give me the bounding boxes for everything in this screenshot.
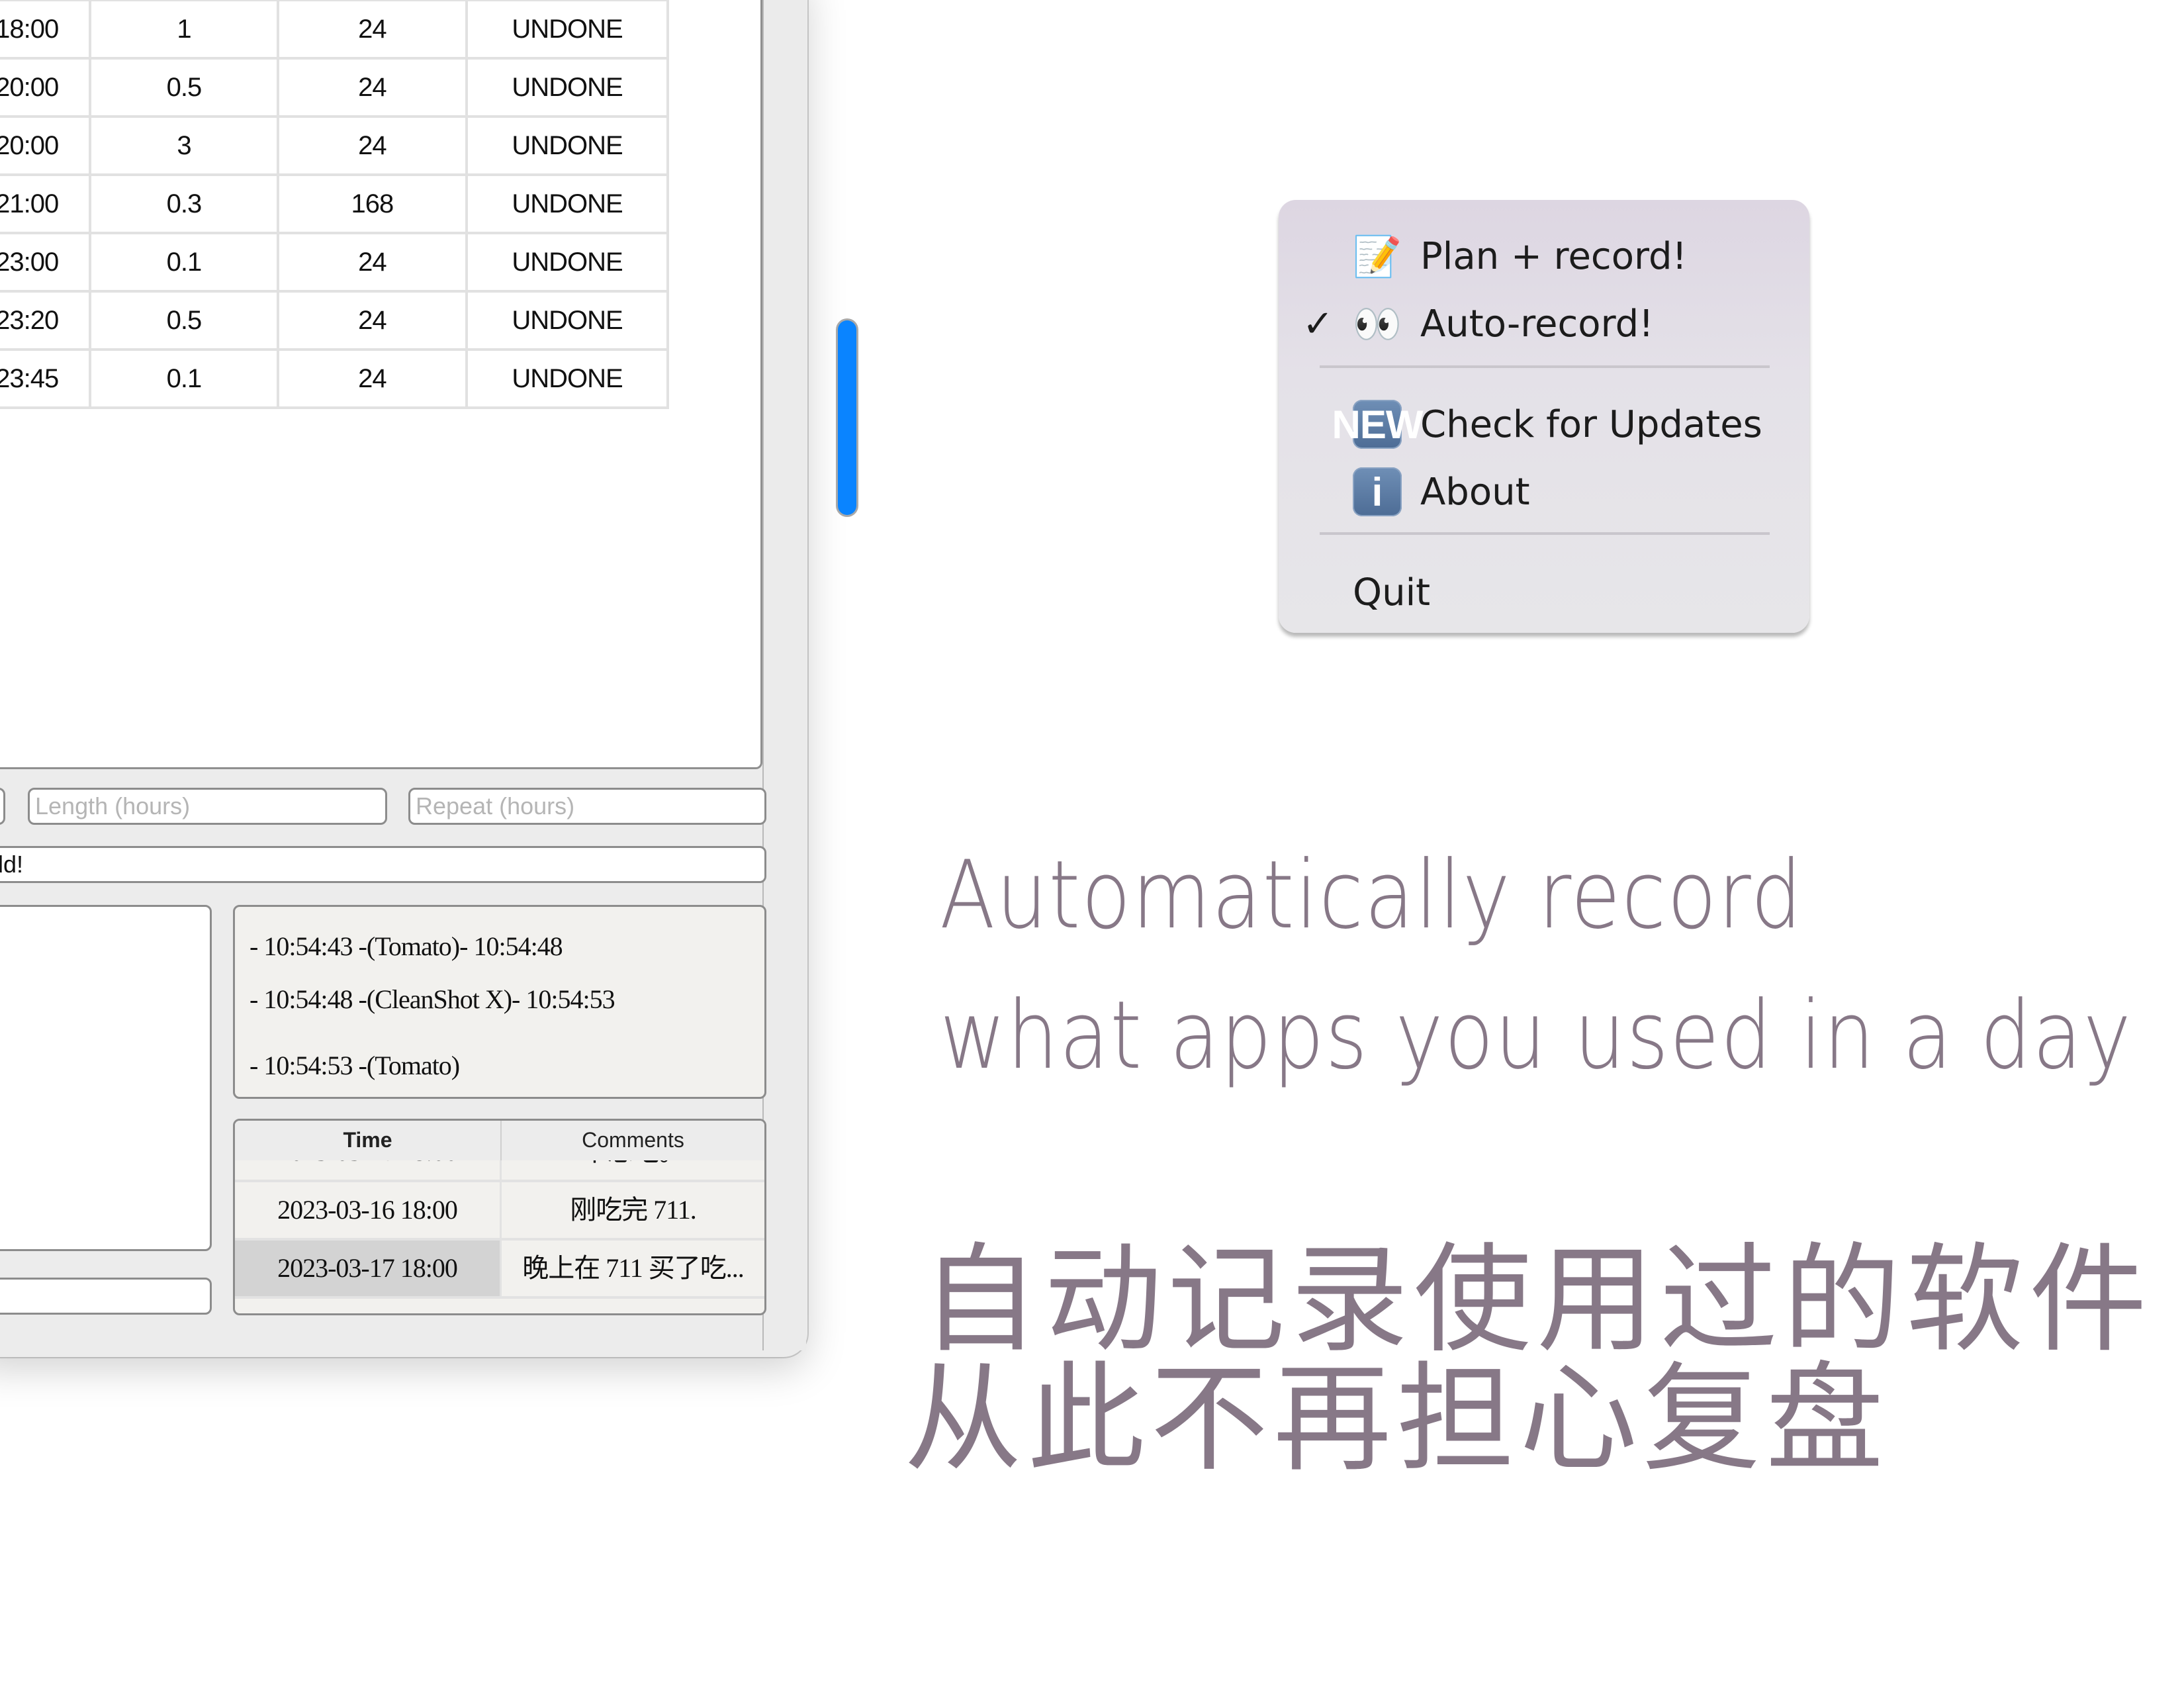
- task-cell-start: 3 20:00: [0, 57, 92, 118]
- comment-time: 2023-03-16 18:00: [235, 1182, 502, 1238]
- task-cell-length: 0.5: [89, 57, 279, 118]
- start-time-input[interactable]: [0, 788, 5, 825]
- bottom-left-input[interactable]: [0, 1278, 212, 1315]
- task-cell-start: 3 23:00: [0, 232, 92, 293]
- task-row[interactable]: 3 18:00124UNDONE: [0, 0, 669, 60]
- vertical-scrollbar[interactable]: [838, 320, 856, 515]
- task-cell-start: 3 23:20: [0, 290, 92, 351]
- task-row[interactable]: 3 23:450.124UNDONE: [0, 348, 669, 409]
- menu-separator: [1320, 365, 1770, 368]
- repeat-input[interactable]: [408, 788, 766, 825]
- promo-headline-en-line2: what apps you used in a day: [940, 981, 2132, 1090]
- task-cell-length: 0.1: [89, 348, 279, 409]
- promo-headline-zh-line2: 从此不再担心复盘: [904, 1350, 1889, 1487]
- menu-item-label: Auto-record!: [1420, 302, 1654, 346]
- checkmark-icon: ✓: [1302, 302, 1334, 346]
- app-window: 3 14:453168UNDONE3 18:00124UNDONE3 20:00…: [0, 0, 807, 1357]
- task-cell-length: 1: [89, 0, 279, 60]
- task-row[interactable]: 3 23:000.124UNDONE: [0, 232, 669, 293]
- log-entry: - 10:54:48 -(CleanShot X)- 10:54:53: [250, 984, 615, 1014]
- comment-text: 刚吃完 711.: [570, 1195, 697, 1225]
- task-cell-repeat: 24: [276, 290, 469, 351]
- task-cell-repeat: 24: [276, 232, 469, 293]
- column-header-time[interactable]: Time: [235, 1121, 502, 1160]
- task-cell-repeat: 24: [276, 115, 469, 176]
- menu-item-auto-record[interactable]: ✓ 👀 Auto-record!: [1279, 294, 1809, 353]
- task-cell-length: 3: [89, 115, 279, 176]
- menu-item-label: Quit: [1353, 571, 1431, 614]
- task-cell-length: 0.3: [89, 173, 279, 234]
- task-row[interactable]: 3 20:000.524UNDONE: [0, 57, 669, 118]
- task-cell-status: UNDONE: [465, 348, 669, 409]
- menu-item-check-updates[interactable]: NEW Check for Updates: [1279, 395, 1809, 454]
- memo-icon: 📝: [1352, 233, 1402, 280]
- task-cell-repeat: 168: [276, 173, 469, 234]
- task-row[interactable]: 3 21:000.3168UNDONE: [0, 173, 669, 234]
- task-table: 3 14:453168UNDONE3 18:00124UNDONE3 20:00…: [0, 0, 669, 409]
- new-badge-icon: NEW: [1332, 400, 1424, 449]
- comment-row[interactable]: 2023-03-16 18:00 刚吃完 711.: [235, 1182, 764, 1241]
- window-gutter: [762, 0, 806, 1350]
- activity-log: - 10:54:43 -(Tomato)- 10:54:48 - 10:54:4…: [233, 905, 766, 1099]
- promo-headline-en-line1: Automatically record: [940, 841, 1803, 950]
- eyes-icon: 👀: [1352, 301, 1402, 348]
- task-cell-start: 3 23:45: [0, 348, 92, 409]
- comment-row-selected[interactable]: 2023-03-17 18:00 晚上在 711 买了吃...: [235, 1241, 764, 1299]
- menu-item-quit[interactable]: Quit: [1279, 563, 1809, 622]
- notes-textarea[interactable]: [0, 905, 212, 1251]
- task-row[interactable]: 3 23:200.524UNDONE: [0, 290, 669, 351]
- menu-item-about[interactable]: i About: [1279, 462, 1809, 522]
- info-icon: i: [1353, 467, 1402, 516]
- task-cell-repeat: 24: [276, 348, 469, 409]
- log-entry: - 10:54:43 -(Tomato)- 10:54:48: [250, 931, 563, 961]
- comments-table-header: Time Comments: [235, 1121, 764, 1160]
- task-row[interactable]: 3 20:00324UNDONE: [0, 115, 669, 176]
- task-cell-repeat: 24: [276, 57, 469, 118]
- status-bar-menu: 📝 Plan + record! ✓ 👀 Auto-record! NEW Ch…: [1279, 200, 1809, 633]
- length-input[interactable]: [28, 788, 387, 825]
- task-cell-status: UNDONE: [465, 115, 669, 176]
- add-button[interactable]: Add!: [0, 846, 766, 883]
- comments-table: Time Comments 2023-03-15 18:00 不想吃。 2023…: [233, 1119, 766, 1315]
- task-cell-status: UNDONE: [465, 173, 669, 234]
- menu-item-plan-record[interactable]: 📝 Plan + record!: [1279, 226, 1809, 286]
- menu-item-label: Plan + record!: [1420, 234, 1687, 278]
- task-cell-length: 0.1: [89, 232, 279, 293]
- column-header-comments[interactable]: Comments: [502, 1121, 764, 1160]
- log-entry: - 10:54:53 -(Tomato): [250, 1051, 460, 1080]
- menu-item-label: About: [1420, 470, 1530, 514]
- task-cell-status: UNDONE: [465, 290, 669, 351]
- task-cell-start: 3 20:00: [0, 115, 92, 176]
- task-cell-start: 3 21:00: [0, 173, 92, 234]
- task-cell-status: UNDONE: [465, 232, 669, 293]
- task-cell-status: UNDONE: [465, 0, 669, 60]
- menu-separator: [1320, 532, 1770, 535]
- task-cell-start: 3 18:00: [0, 0, 92, 60]
- task-cell-repeat: 24: [276, 0, 469, 60]
- task-cell-length: 0.5: [89, 290, 279, 351]
- comment-text: 晚上在 711 买了吃...: [522, 1253, 745, 1283]
- comment-time: 2023-03-17 18:00: [235, 1241, 502, 1296]
- task-table-container[interactable]: 3 14:453168UNDONE3 18:00124UNDONE3 20:00…: [0, 0, 762, 769]
- menu-item-label: Check for Updates: [1420, 402, 1762, 446]
- task-cell-status: UNDONE: [465, 57, 669, 118]
